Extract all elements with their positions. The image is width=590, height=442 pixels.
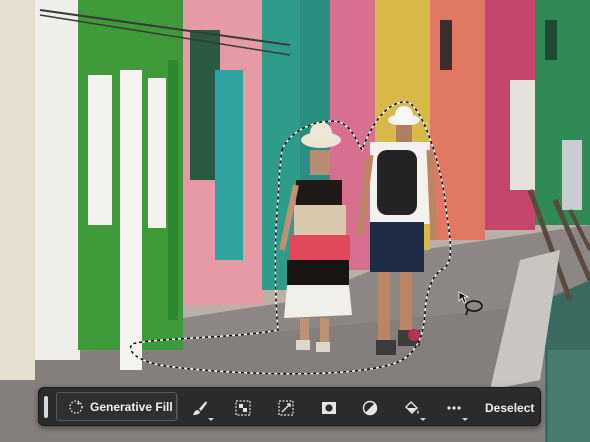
contextual-task-bar: Generative Fill Deselect bbox=[38, 387, 541, 426]
chevron-down-icon bbox=[208, 418, 214, 421]
divider bbox=[177, 395, 178, 420]
transform-tool-button[interactable] bbox=[269, 388, 303, 427]
photo-canvas[interactable] bbox=[0, 0, 590, 442]
layer-mask-icon bbox=[322, 401, 336, 414]
fill-icon bbox=[405, 400, 419, 414]
transform-icon bbox=[278, 399, 294, 416]
chevron-down-icon bbox=[420, 418, 426, 421]
chevron-down-icon bbox=[462, 418, 468, 421]
deselect-button[interactable]: Deselect bbox=[485, 388, 534, 427]
more-options-button[interactable] bbox=[437, 388, 471, 427]
adjustment-button[interactable] bbox=[353, 388, 387, 427]
sparkle-icon bbox=[69, 399, 83, 414]
deselect-label: Deselect bbox=[485, 400, 535, 415]
brush-icon bbox=[193, 400, 207, 415]
more-icon bbox=[447, 405, 461, 410]
mask-tool-button[interactable] bbox=[226, 388, 260, 427]
layer-mask-button[interactable] bbox=[312, 388, 346, 427]
mask-icon bbox=[235, 399, 251, 416]
generative-fill-label: Generative Fill bbox=[90, 399, 173, 414]
drag-handle[interactable] bbox=[44, 395, 48, 418]
brush-tool-button[interactable] bbox=[183, 388, 217, 427]
fill-tool-button[interactable] bbox=[395, 388, 429, 427]
adjustment-icon bbox=[362, 400, 378, 415]
generative-fill-button[interactable]: Generative Fill bbox=[56, 392, 177, 421]
